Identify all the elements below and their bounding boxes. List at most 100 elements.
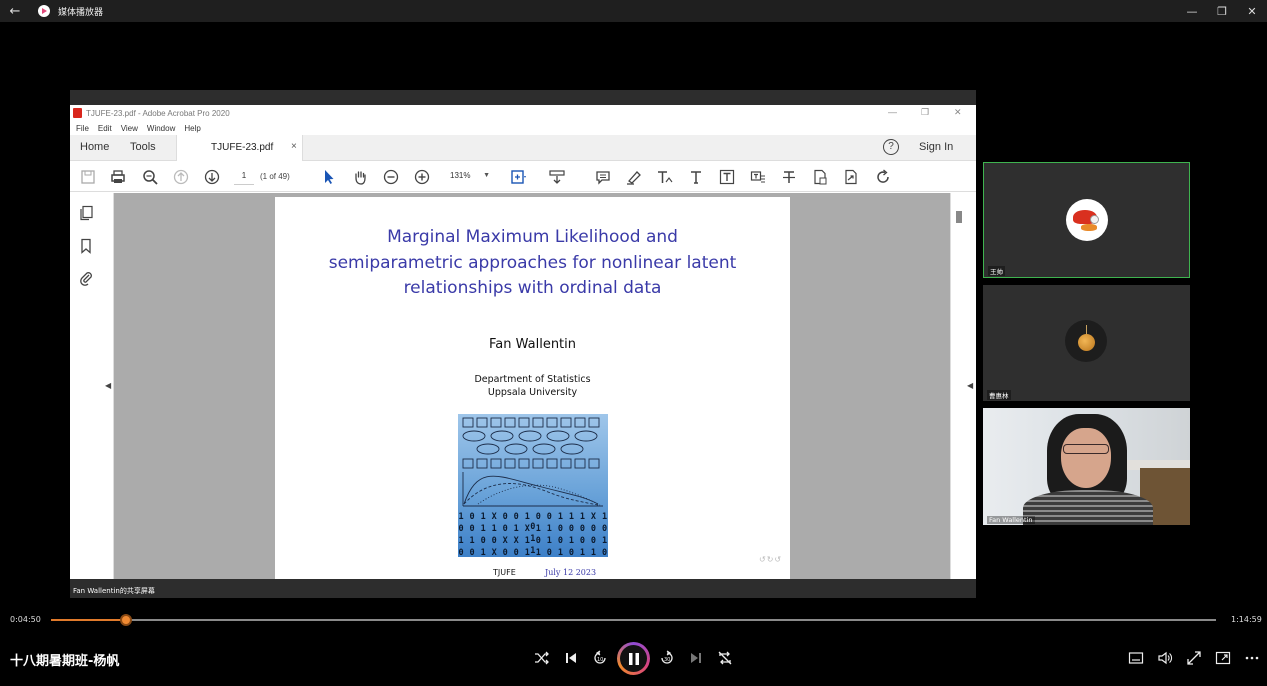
shared-screen: TJUFE-23.pdf - Adobe Acrobat Pro 2020 — … bbox=[70, 90, 976, 598]
participant-video bbox=[983, 408, 1190, 525]
bookmark-icon[interactable] bbox=[78, 238, 94, 254]
tab-document[interactable]: TJUFE-23.pdf × bbox=[176, 135, 303, 161]
skip-back-10-icon[interactable]: 10 bbox=[592, 650, 608, 666]
slide-title: Marginal Maximum Likelihood and semipara… bbox=[275, 225, 790, 302]
total-time: 1:14:59 bbox=[1231, 615, 1262, 624]
zoom-out-icon[interactable] bbox=[383, 169, 399, 185]
avatar bbox=[1065, 320, 1107, 362]
acrobat-close-icon[interactable]: ✕ bbox=[954, 107, 962, 118]
acrobat-window: TJUFE-23.pdf - Adobe Acrobat Pro 2020 — … bbox=[70, 105, 976, 579]
previous-page-icon[interactable] bbox=[173, 169, 189, 185]
seek-bar-fill bbox=[51, 619, 126, 621]
pause-icon bbox=[628, 652, 639, 665]
sign-in-button[interactable]: Sign In bbox=[919, 141, 953, 153]
zoom-in-icon[interactable] bbox=[414, 169, 430, 185]
tab-tools[interactable]: Tools bbox=[130, 141, 156, 153]
minimize-icon[interactable]: — bbox=[1177, 0, 1207, 22]
export-pdf-icon[interactable] bbox=[812, 169, 828, 185]
app-title: 媒体播放器 bbox=[58, 7, 104, 18]
text-box-icon[interactable] bbox=[719, 169, 735, 185]
participant-tile-3[interactable]: Fan Wallentin bbox=[983, 408, 1190, 525]
player-titlebar: ← 媒体播放器 — ❐ ✕ bbox=[0, 0, 1267, 22]
menu-window[interactable]: Window bbox=[147, 124, 175, 133]
media-player-app-icon bbox=[38, 5, 50, 17]
comment-icon[interactable] bbox=[595, 169, 611, 185]
help-icon[interactable]: ? bbox=[883, 139, 899, 155]
vertical-scrollbar[interactable] bbox=[956, 211, 962, 223]
repeat-off-icon[interactable] bbox=[717, 650, 733, 666]
find-text-icon[interactable] bbox=[142, 169, 158, 185]
menu-edit[interactable]: Edit bbox=[98, 124, 112, 133]
window-controls: — ❐ ✕ bbox=[1177, 0, 1267, 22]
participant-name: Fan Wallentin bbox=[987, 516, 1035, 524]
volume-icon[interactable] bbox=[1157, 650, 1173, 666]
zoom-select[interactable]: 131% ▼ bbox=[442, 167, 494, 185]
acrobat-minimize-icon[interactable]: — bbox=[888, 107, 897, 117]
slide-department: Department of Statistics bbox=[474, 374, 591, 385]
svg-text:30: 30 bbox=[664, 657, 670, 663]
more-options-icon[interactable] bbox=[1244, 650, 1260, 666]
acrobat-restore-icon[interactable]: ❐ bbox=[921, 107, 929, 118]
beamer-navigation-icon: ↺↻↺ bbox=[759, 555, 783, 564]
participant-name: 王帅 bbox=[988, 266, 1005, 276]
slide-university: Uppsala University bbox=[487, 387, 578, 398]
restore-icon[interactable]: ❐ bbox=[1207, 0, 1237, 22]
page-number-input[interactable]: 1 bbox=[234, 167, 254, 185]
collapse-left-panel-icon[interactable]: ◀ bbox=[105, 381, 111, 390]
document-viewport[interactable]: Marginal Maximum Likelihood and semipara… bbox=[114, 193, 950, 579]
avatar bbox=[1066, 199, 1108, 241]
fullscreen-icon[interactable] bbox=[1186, 650, 1202, 666]
document-tab-name: TJUFE-23.pdf bbox=[211, 142, 274, 153]
shuffle-icon[interactable] bbox=[534, 650, 550, 666]
hand-tool-icon[interactable] bbox=[352, 169, 368, 185]
text-edit-icon[interactable] bbox=[657, 169, 673, 185]
slide-title-line-3: relationships with ordinal data bbox=[403, 278, 662, 298]
seek-bar[interactable] bbox=[51, 614, 1216, 626]
acrobat-toolbar: 1 (1 of 49) 131% ▼ bbox=[70, 161, 976, 192]
left-navigation-panel: ◀ bbox=[70, 193, 114, 579]
slide-logo-figure: 1 0 1 X 0 0 1 0 0 1 1 1 X 1 0 0 0 1 1 0 … bbox=[458, 414, 608, 557]
slide-footer-org: TJUFE bbox=[493, 568, 516, 577]
page-fit-icon[interactable] bbox=[510, 169, 526, 185]
chevron-down-icon: ▼ bbox=[483, 172, 490, 179]
share-file-icon[interactable] bbox=[843, 169, 859, 185]
skip-forward-30-icon[interactable]: 30 bbox=[659, 650, 675, 666]
print-icon[interactable] bbox=[110, 169, 126, 185]
participant-tile-1[interactable]: 王帅 bbox=[983, 162, 1190, 278]
back-arrow-icon[interactable]: ← bbox=[0, 4, 30, 19]
seek-bar-thumb[interactable] bbox=[120, 614, 132, 626]
subtitles-icon[interactable] bbox=[1128, 650, 1144, 666]
menu-view[interactable]: View bbox=[121, 124, 138, 133]
scroll-mode-icon[interactable] bbox=[549, 169, 565, 185]
pause-button[interactable] bbox=[617, 642, 650, 675]
pdf-file-icon bbox=[73, 108, 82, 118]
strikethrough-icon[interactable] bbox=[781, 169, 797, 185]
zoom-value: 131% bbox=[450, 171, 471, 180]
save-icon[interactable] bbox=[80, 169, 96, 185]
menu-help[interactable]: Help bbox=[184, 124, 200, 133]
attachment-icon[interactable] bbox=[78, 270, 94, 286]
previous-track-icon[interactable] bbox=[563, 650, 579, 666]
slide-footer-date: July 12 2023 bbox=[545, 568, 597, 577]
close-icon[interactable]: ✕ bbox=[1237, 0, 1267, 22]
expand-right-panel-icon[interactable]: ◀ bbox=[967, 381, 973, 390]
tab-home[interactable]: Home bbox=[80, 141, 109, 153]
acrobat-window-title: TJUFE-23.pdf - Adobe Acrobat Pro 2020 bbox=[86, 108, 230, 118]
highlight-icon[interactable] bbox=[626, 169, 642, 185]
document-tab-close-icon[interactable]: × bbox=[291, 141, 297, 152]
page-thumbnails-icon[interactable] bbox=[78, 205, 94, 221]
pdf-page: Marginal Maximum Likelihood and semipara… bbox=[275, 197, 790, 579]
slide-title-line-2: semiparametric approaches for nonlinear … bbox=[328, 252, 737, 273]
text-callout-icon[interactable] bbox=[750, 169, 766, 185]
rotate-icon[interactable] bbox=[875, 169, 891, 185]
next-track-icon[interactable] bbox=[688, 650, 704, 666]
mini-player-icon[interactable] bbox=[1215, 650, 1231, 666]
select-cursor-icon[interactable] bbox=[321, 169, 337, 185]
menu-file[interactable]: File bbox=[76, 124, 89, 133]
next-page-icon[interactable] bbox=[204, 169, 220, 185]
binary-row-4: 0 0 1 X 0 0 1 1 0 1 0 1 1 0 1 bbox=[458, 548, 608, 557]
acrobat-titlebar: TJUFE-23.pdf - Adobe Acrobat Pro 2020 — … bbox=[70, 105, 976, 121]
right-panel: ◀ bbox=[950, 193, 976, 579]
participant-tile-2[interactable]: 曹惠林 bbox=[983, 285, 1190, 401]
add-text-icon[interactable] bbox=[688, 169, 704, 185]
